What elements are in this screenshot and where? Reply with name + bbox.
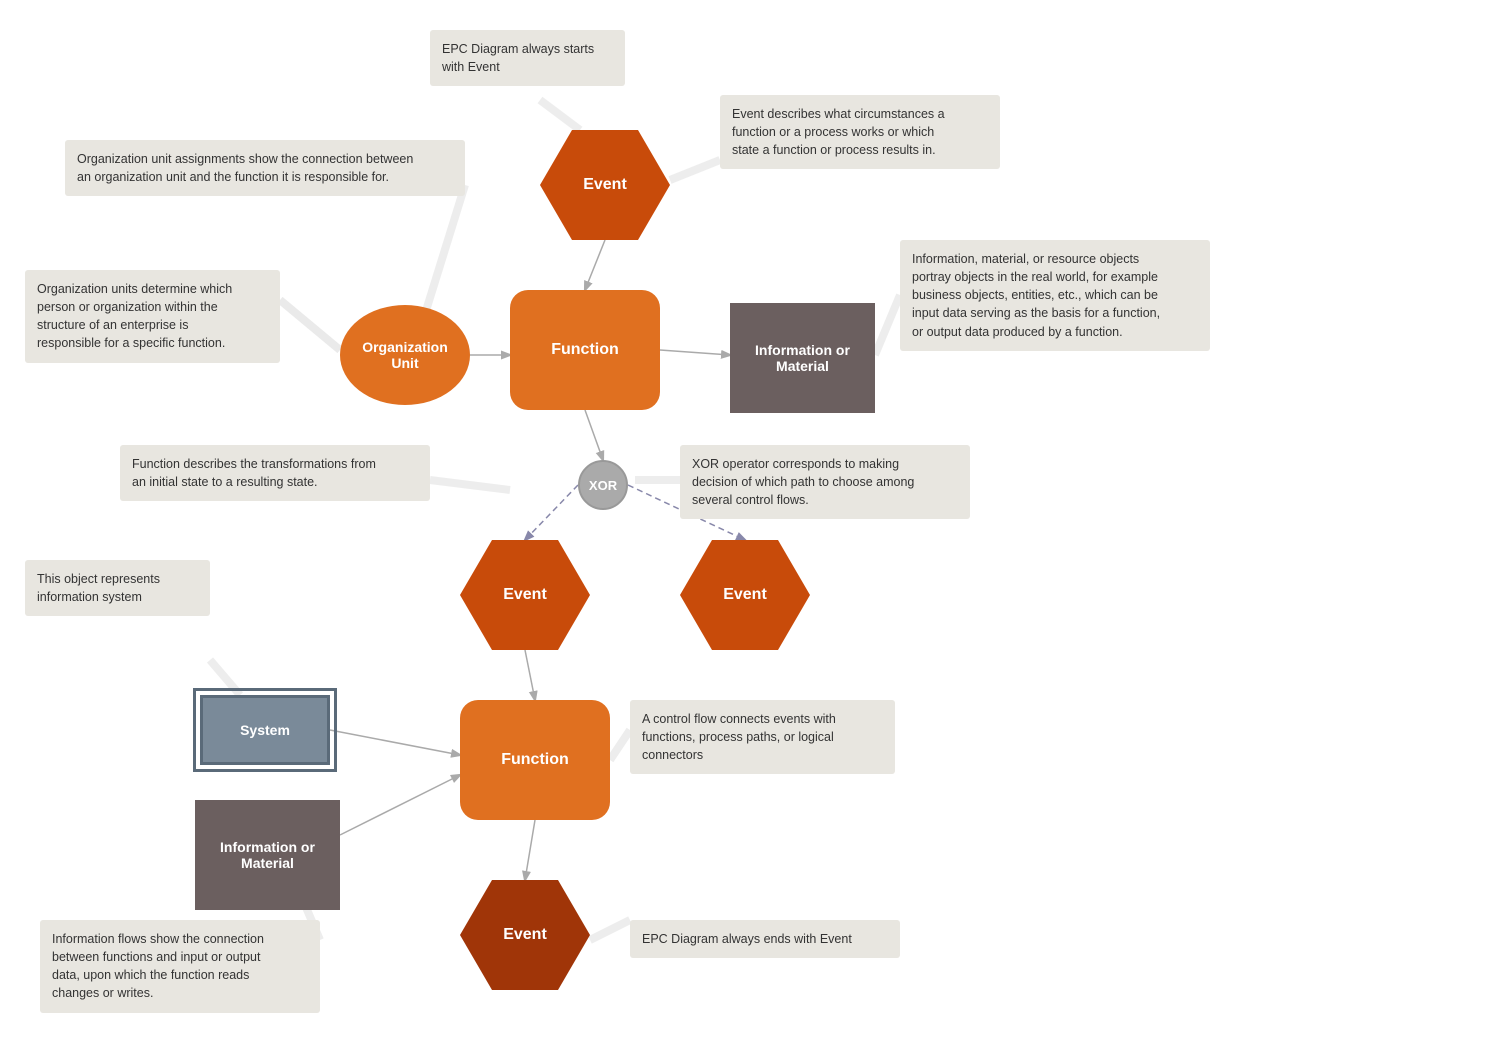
xor-shape: XOR (578, 460, 628, 510)
annotation-org-connection: Organization unit assignments show the c… (65, 140, 465, 196)
xor-label: XOR (589, 478, 617, 493)
function2-shape: Function (460, 700, 610, 820)
annotation-epc-ends: EPC Diagram always ends with Event (630, 920, 900, 958)
info-mat1-shape: Information or Material (730, 303, 875, 413)
function1-shape: Function (510, 290, 660, 410)
event1-shape: Event (540, 130, 670, 240)
system-label: System (240, 722, 290, 738)
event4-label: Event (503, 926, 547, 944)
annotation-function-desc: Function describes the transformations f… (120, 445, 430, 501)
org-unit-label: Organization Unit (362, 339, 448, 371)
event2-label: Event (503, 586, 547, 604)
annotation-org-unit: Organization units determine which perso… (25, 270, 280, 363)
system-shape: System (200, 695, 330, 765)
annotation-system: This object represents information syste… (25, 560, 210, 616)
annotation-event-desc: Event describes what circumstances a fun… (720, 95, 1000, 169)
function1-label: Function (551, 341, 619, 359)
annotation-info-flows: Information flows show the connection be… (40, 920, 320, 1013)
event4-shape: Event (460, 880, 590, 990)
annotation-control-flow: A control flow connects events with func… (630, 700, 895, 774)
event3-shape: Event (680, 540, 810, 650)
annotation-epc-starts: EPC Diagram always starts with Event (430, 30, 625, 86)
event2-shape: Event (460, 540, 590, 650)
event3-label: Event (723, 586, 767, 604)
info-mat2-shape: Information or Material (195, 800, 340, 910)
function2-label: Function (501, 751, 569, 769)
event1-label: Event (583, 176, 627, 194)
annotation-info-mat: Information, material, or resource objec… (900, 240, 1210, 351)
info-mat2-label: Information or Material (220, 839, 315, 871)
org-unit-shape: Organization Unit (340, 305, 470, 405)
info-mat1-label: Information or Material (755, 342, 850, 374)
annotation-xor: XOR operator corresponds to making decis… (680, 445, 970, 519)
